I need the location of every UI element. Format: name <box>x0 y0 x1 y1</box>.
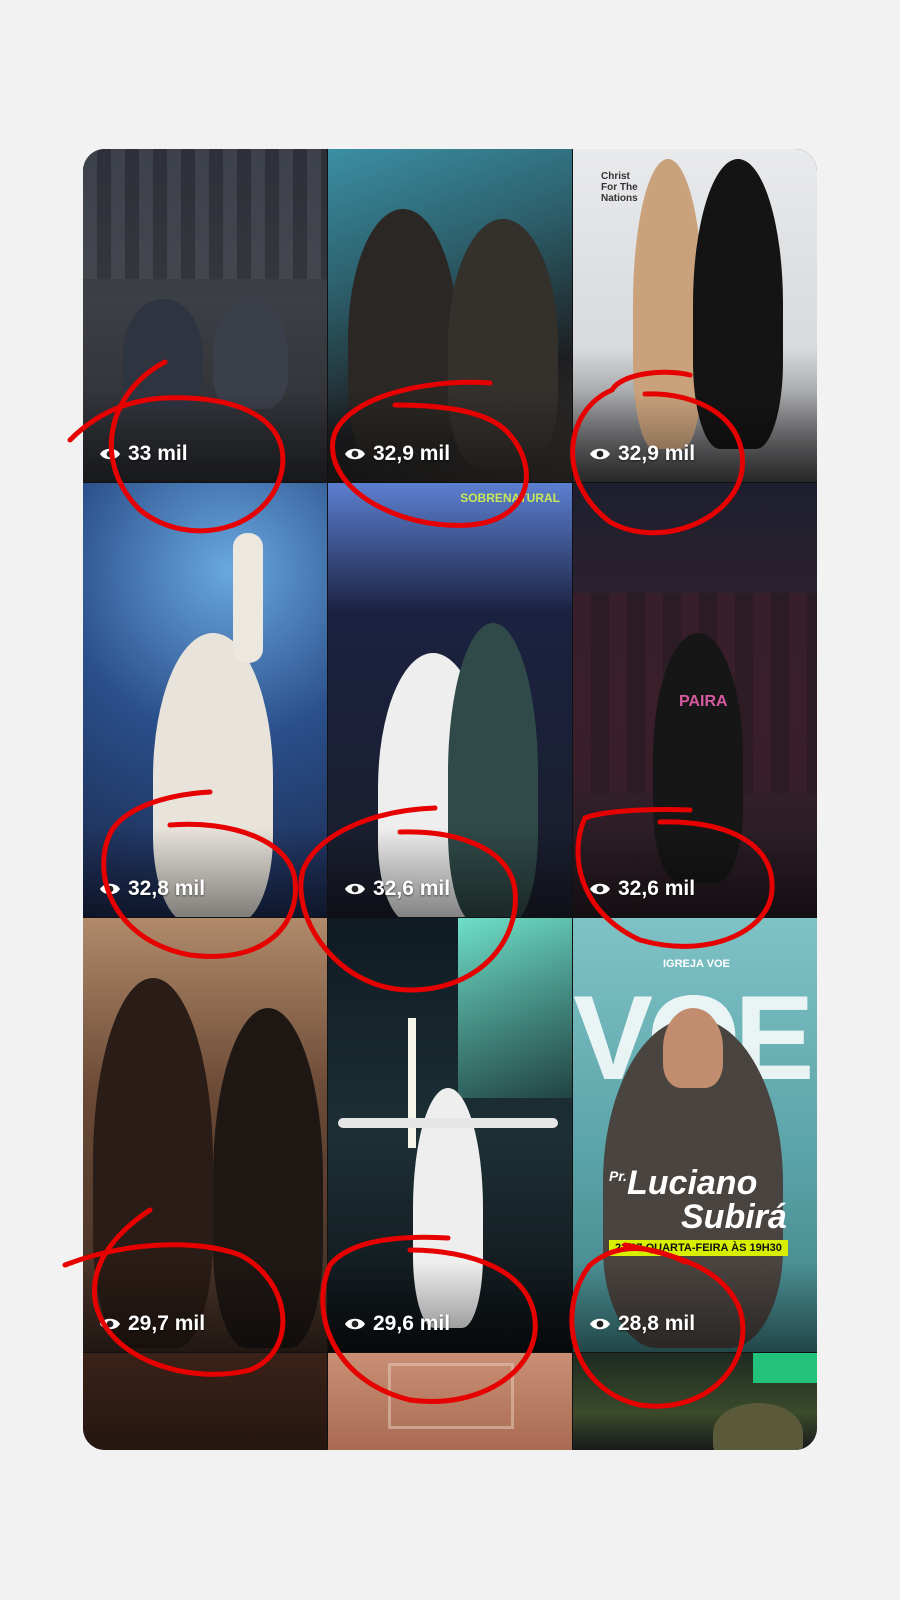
reel-tile-6[interactable]: PAIRA 32,6 mil <box>573 483 817 917</box>
view-count-label: 32,9 mil <box>618 442 696 465</box>
eye-icon <box>344 446 366 462</box>
view-count: 29,7 mil <box>99 1312 205 1336</box>
reel-tile-7[interactable]: 29,7 mil <box>83 918 327 1352</box>
view-count-label: 32,6 mil <box>373 877 451 900</box>
reel-thumbnail <box>83 1353 327 1450</box>
view-count-label: 32,8 mil <box>128 877 206 900</box>
view-count: 32,6 mil <box>344 877 450 901</box>
poster-brand: IGREJA VOE <box>663 958 730 970</box>
stage-banner: SOBRENATURAL <box>460 491 560 505</box>
eye-icon <box>589 881 611 897</box>
reel-tile-12[interactable] <box>573 1353 817 1450</box>
reel-tile-4[interactable]: 32,8 mil <box>83 483 327 917</box>
view-count-label: 29,7 mil <box>128 1312 206 1335</box>
view-count: 32,8 mil <box>99 877 205 901</box>
view-count-label: 29,6 mil <box>373 1312 451 1335</box>
eye-icon <box>589 446 611 462</box>
reel-tile-8[interactable]: 29,6 mil <box>328 918 572 1352</box>
reel-tile-10[interactable] <box>83 1353 327 1450</box>
reel-tile-2[interactable]: 32,9 mil <box>328 149 572 482</box>
view-count-label: 32,9 mil <box>373 442 451 465</box>
poster-last-name: Subirá <box>681 1198 787 1236</box>
reels-grid: 33 mil 32,9 mil Christ For The Nations 3… <box>83 149 817 1450</box>
reel-tile-5[interactable]: SOBRENATURAL 32,6 mil <box>328 483 572 917</box>
view-count-label: 32,6 mil <box>618 877 696 900</box>
view-count: 33 mil <box>99 442 188 466</box>
reel-thumbnail <box>573 1353 817 1450</box>
backdrop-logo: Christ For The Nations <box>601 171 638 204</box>
reel-tile-9[interactable]: IGREJA VOE VOE Pr. Luciano Subirá 22/07 … <box>573 918 817 1352</box>
eye-icon <box>344 1316 366 1332</box>
poster-prefix: Pr. <box>609 1168 627 1184</box>
eye-icon <box>344 881 366 897</box>
eye-icon <box>99 881 121 897</box>
eye-icon <box>99 1316 121 1332</box>
view-count: 29,6 mil <box>344 1312 450 1336</box>
view-count: 32,9 mil <box>589 442 695 466</box>
reel-tile-3[interactable]: Christ For The Nations 32,9 mil <box>573 149 817 482</box>
view-count: 32,9 mil <box>344 442 450 466</box>
view-count-label: 33 mil <box>128 442 188 465</box>
eye-icon <box>589 1316 611 1332</box>
shirt-text: PAIRA <box>679 693 728 710</box>
reels-grid-container: 33 mil 32,9 mil Christ For The Nations 3… <box>83 149 817 1450</box>
poster-date: 22/07 QUARTA-FEIRA ÀS 19H30 <box>609 1240 788 1256</box>
view-count: 32,6 mil <box>589 877 695 901</box>
eye-icon <box>99 446 121 462</box>
reel-thumbnail <box>328 1353 572 1450</box>
view-count: 28,8 mil <box>589 1312 695 1336</box>
view-count-label: 28,8 mil <box>618 1312 696 1335</box>
reel-tile-11[interactable] <box>328 1353 572 1450</box>
reel-tile-1[interactable]: 33 mil <box>83 149 327 482</box>
